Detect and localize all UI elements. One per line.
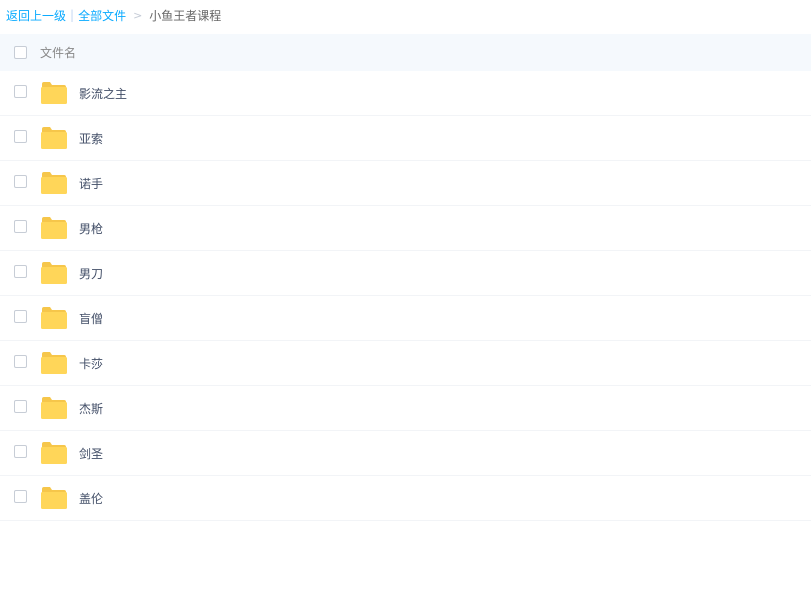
folder-icon[interactable]: [41, 217, 67, 239]
folder-icon[interactable]: [41, 172, 67, 194]
row-checkbox[interactable]: [14, 400, 27, 413]
row-checkbox[interactable]: [14, 265, 27, 278]
breadcrumb-divider: |: [70, 8, 75, 22]
file-row[interactable]: 影流之主: [0, 71, 811, 116]
file-name[interactable]: 盖伦: [79, 490, 103, 507]
folder-icon[interactable]: [41, 397, 67, 419]
file-name[interactable]: 剑圣: [79, 445, 103, 462]
folder-icon[interactable]: [41, 82, 67, 104]
file-row[interactable]: 男刀: [0, 251, 811, 296]
file-row[interactable]: 亚索: [0, 116, 811, 161]
select-all-checkbox[interactable]: [14, 46, 27, 59]
file-name[interactable]: 杰斯: [79, 400, 103, 417]
file-list-header: 文件名: [0, 34, 811, 71]
row-checkbox[interactable]: [14, 130, 27, 143]
row-checkbox[interactable]: [14, 85, 27, 98]
file-row[interactable]: 盲僧: [0, 296, 811, 341]
folder-icon[interactable]: [41, 442, 67, 464]
row-checkbox[interactable]: [14, 490, 27, 503]
current-folder-label: 小鱼王者课程: [149, 8, 222, 23]
file-name[interactable]: 男刀: [79, 265, 103, 282]
file-row[interactable]: 盖伦: [0, 476, 811, 521]
row-checkbox[interactable]: [14, 175, 27, 188]
folder-icon[interactable]: [41, 487, 67, 509]
file-row[interactable]: 卡莎: [0, 341, 811, 386]
file-name[interactable]: 亚索: [79, 130, 103, 147]
file-row[interactable]: 剑圣: [0, 431, 811, 476]
breadcrumb: 返回上一级 | 全部文件 > 小鱼王者课程: [0, 0, 811, 30]
file-row[interactable]: 男枪: [0, 206, 811, 251]
file-row[interactable]: 杰斯: [0, 386, 811, 431]
file-name[interactable]: 男枪: [79, 220, 103, 237]
row-checkbox[interactable]: [14, 310, 27, 323]
row-checkbox[interactable]: [14, 355, 27, 368]
folder-icon[interactable]: [41, 307, 67, 329]
file-list: 影流之主亚索诺手男枪男刀盲僧卡莎杰斯剑圣盖伦: [0, 71, 811, 521]
file-name[interactable]: 影流之主: [79, 85, 127, 102]
row-checkbox[interactable]: [14, 220, 27, 233]
all-files-link[interactable]: 全部文件: [78, 7, 126, 24]
column-header-filename[interactable]: 文件名: [40, 44, 76, 61]
back-link[interactable]: 返回上一级: [6, 7, 66, 24]
row-checkbox[interactable]: [14, 445, 27, 458]
file-row[interactable]: 诺手: [0, 161, 811, 206]
breadcrumb-arrow: >: [133, 8, 143, 22]
file-name[interactable]: 诺手: [79, 175, 103, 192]
file-name[interactable]: 卡莎: [79, 355, 103, 372]
folder-icon[interactable]: [41, 352, 67, 374]
file-name[interactable]: 盲僧: [79, 310, 103, 327]
folder-icon[interactable]: [41, 262, 67, 284]
folder-icon[interactable]: [41, 127, 67, 149]
